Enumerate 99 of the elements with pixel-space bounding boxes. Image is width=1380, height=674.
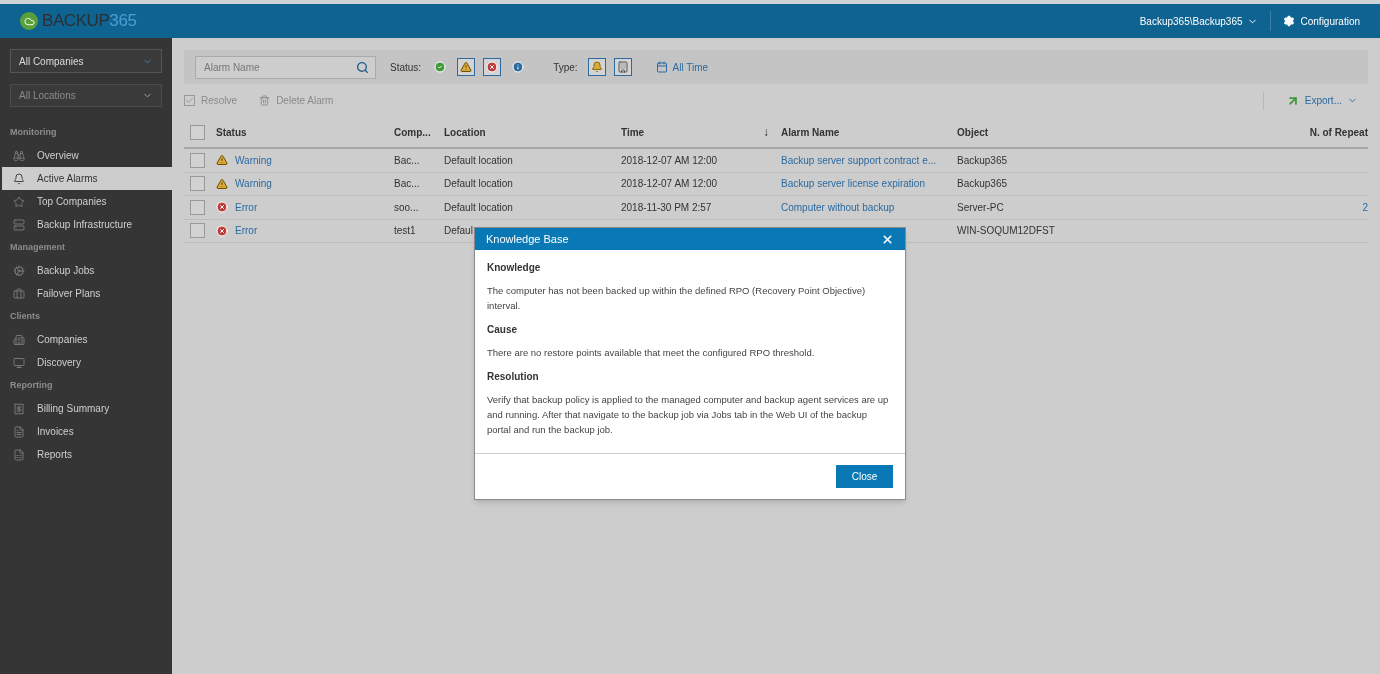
building-icon <box>616 61 629 73</box>
status-link[interactable]: Warning <box>235 152 272 168</box>
error-icon <box>216 224 228 237</box>
type-filter[interactable] <box>613 58 632 76</box>
calendar-icon <box>655 61 668 73</box>
warning-icon <box>460 61 473 73</box>
nav-item[interactable]: Reports <box>2 443 172 466</box>
table-cell: 2018-12-07 AM 12:00 <box>621 154 718 166</box>
company-dropdown[interactable]: All Companies <box>10 49 162 73</box>
nav-item[interactable]: Active Alarms <box>2 167 172 190</box>
status-link[interactable]: Error <box>235 199 258 215</box>
close-icon[interactable] <box>881 232 894 246</box>
column-header[interactable]: Time <box>621 124 645 140</box>
receipt-icon <box>13 402 25 415</box>
server-icon <box>13 218 25 231</box>
monitor-icon <box>13 356 25 369</box>
search-field[interactable]: Alarm Name <box>195 55 376 79</box>
select-all-checkbox[interactable] <box>190 124 205 140</box>
status-filter[interactable] <box>457 58 476 76</box>
alarm-name-link[interactable]: Backup server support contract e... <box>781 154 937 166</box>
section-heading: Resolution <box>487 370 540 384</box>
column-header[interactable]: Status <box>216 124 247 140</box>
settings-icon <box>1282 15 1295 27</box>
cloud-logo-icon <box>20 12 38 30</box>
binoculars-icon <box>13 149 25 162</box>
bell-icon <box>590 61 603 73</box>
column-header[interactable]: Object <box>957 124 989 140</box>
bell-icon <box>13 172 25 185</box>
sort-indicator[interactable]: ↓ <box>763 123 769 141</box>
gear-icon <box>13 264 25 277</box>
section-heading: Monitoring <box>10 125 57 139</box>
table-cell: 2018-12-07 AM 12:00 <box>621 178 718 190</box>
row-checkbox[interactable] <box>190 152 205 168</box>
building-icon <box>13 333 25 346</box>
brand-logo: BACKUP365 <box>42 10 137 33</box>
nav-item[interactable]: Backup Infrastructure <box>2 213 172 236</box>
section-heading: Cause <box>487 323 518 337</box>
table-cell: Default location <box>444 154 513 166</box>
row-checkbox[interactable] <box>190 176 205 192</box>
status-filter[interactable] <box>483 58 502 76</box>
table-cell: Defaul <box>444 225 473 237</box>
star-icon <box>13 195 25 208</box>
table-cell: WIN-SOQUM12DFST <box>957 225 1055 237</box>
nav-item[interactable]: Companies <box>2 328 172 351</box>
nav-item[interactable]: Overview <box>2 144 172 167</box>
section-heading: Reporting <box>10 378 53 392</box>
spreadsheet-icon <box>13 448 25 461</box>
section-heading: Management <box>10 240 65 254</box>
table-cell: Bac... <box>394 154 420 166</box>
status-link[interactable]: Error <box>235 223 258 239</box>
trash-icon <box>259 95 271 106</box>
table-cell: soo... <box>394 201 419 213</box>
alarm-name-link[interactable]: Backup server license expiration <box>781 178 925 190</box>
search-icon[interactable] <box>356 60 369 74</box>
check-icon <box>184 95 195 106</box>
table-cell: Server-PC <box>957 201 1004 213</box>
status-label: Status: <box>390 60 422 75</box>
nav-item[interactable]: Backup Jobs <box>2 259 172 282</box>
column-header[interactable]: Comp... <box>394 124 431 140</box>
user-menu[interactable]: Backup365\Backup365 <box>1139 13 1270 29</box>
section-heading: Clients <box>10 309 40 323</box>
error-icon <box>486 61 499 73</box>
status-link[interactable]: Warning <box>235 176 272 192</box>
nav-item[interactable]: Top Companies <box>2 190 172 213</box>
column-header[interactable]: Alarm Name <box>781 124 840 140</box>
configuration-link[interactable]: Configuration <box>1270 13 1360 29</box>
type-filter[interactable] <box>587 58 606 76</box>
section-text: There are no restore points available that meet the configured RPO threshold. <box>487 346 816 360</box>
table-cell: Bac... <box>394 178 420 190</box>
table-cell: test1 <box>394 225 416 237</box>
table-cell: Backup365 <box>957 178 1008 190</box>
table-cell: 2018-11-30 PM 2:57 <box>621 201 712 213</box>
nav-item[interactable]: Invoices <box>2 420 172 443</box>
column-header[interactable]: Location <box>444 124 486 140</box>
briefcase-icon <box>13 287 25 300</box>
section-text: Verify that backup policy is applied to the managed computer and backup agent services are up and running. After that navigate to the backup job via Jobs tab in the Web UI of the backup portal and run the backup job. <box>487 393 890 437</box>
row-checkbox[interactable] <box>190 199 205 215</box>
table-cell: Backup365 <box>957 154 1008 166</box>
table-cell: Default location <box>444 201 513 213</box>
table-cell: Default location <box>444 178 513 190</box>
success-icon <box>434 61 447 73</box>
column-header[interactable]: N. of Repeat <box>1309 124 1368 140</box>
section-text: The computer has not been backed up within the defined RPO (Recovery Point Objective) interval. <box>487 284 867 313</box>
document-icon <box>13 425 25 438</box>
nav-item[interactable]: Discovery <box>2 351 172 374</box>
warning-icon <box>216 177 228 190</box>
repeat-count[interactable]: 2 <box>1362 201 1368 213</box>
section-heading: Knowledge <box>487 261 542 275</box>
export-button[interactable]: Export... <box>1285 93 1358 108</box>
alarm-name-link[interactable]: Computer without backup <box>781 201 895 213</box>
dialog-title: Knowledge Base <box>486 231 569 247</box>
nav-item[interactable]: Failover Plans <box>2 282 172 305</box>
nav-item[interactable]: Billing Summary <box>2 397 172 420</box>
warning-icon <box>216 154 228 167</box>
row-checkbox[interactable] <box>190 223 205 239</box>
error-icon <box>216 201 228 214</box>
type-label: Type: <box>553 60 578 75</box>
info-icon <box>512 61 525 73</box>
close-button[interactable]: Close <box>836 465 893 488</box>
